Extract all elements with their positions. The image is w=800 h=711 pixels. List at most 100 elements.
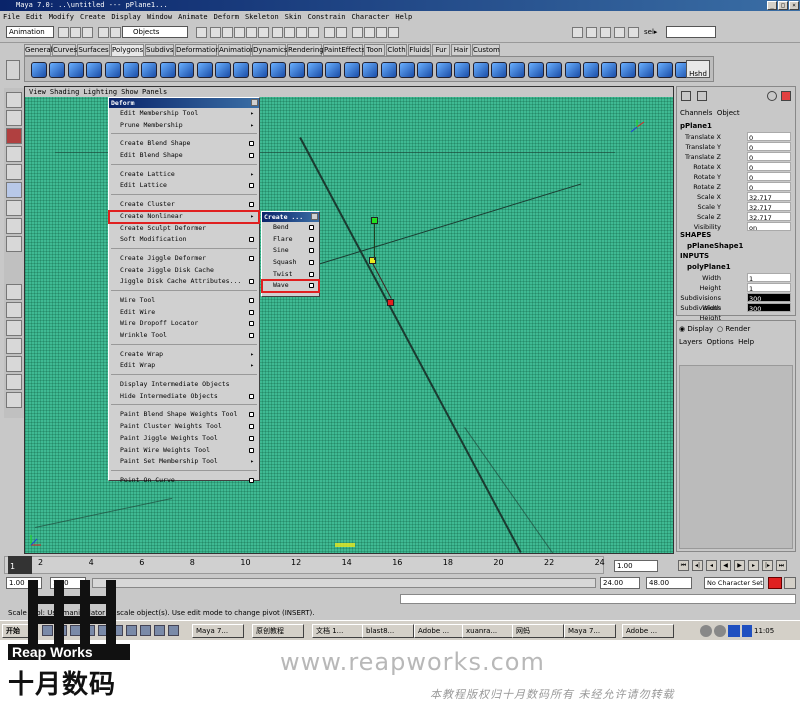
menu-window[interactable]: Window [147, 13, 172, 21]
shelf-tab-surfaces[interactable]: Surfaces [77, 44, 110, 56]
channel-value[interactable]: 0 [747, 162, 791, 172]
polygon-tool-icon[interactable] [288, 62, 305, 78]
mode-selector[interactable]: Animation [6, 26, 54, 38]
shelf-tab-polygons[interactable]: Polygons [111, 44, 144, 56]
channel-label[interactable]: Translate Y [685, 142, 721, 152]
step-back-icon[interactable]: ◂| [692, 560, 703, 571]
taskbar-window[interactable]: 文档 1... [312, 624, 364, 638]
option-box-icon[interactable] [249, 255, 254, 261]
polygon-tool-icon[interactable] [601, 62, 618, 78]
polygon-tool-icon[interactable] [454, 62, 471, 78]
polygon-tool-icon[interactable] [343, 62, 360, 78]
deform-menu-item[interactable]: Paint Jiggle Weights Tool [109, 433, 259, 445]
quick-select-input[interactable] [666, 26, 716, 38]
deform-menu-item[interactable]: Prune Membership ▸ [109, 120, 259, 132]
channel-value[interactable]: 0 [747, 152, 791, 162]
option-box-icon[interactable] [309, 236, 314, 242]
shelf-tab-animation[interactable]: Animation [218, 44, 255, 56]
nonlinear-item-wave[interactable]: Wave [261, 279, 320, 294]
deform-menu-item[interactable]: Create Blend Shape [109, 138, 259, 150]
input-value[interactable]: 1 [747, 283, 791, 293]
tab-channels[interactable]: Channels [680, 109, 712, 117]
nonlinear-item-sine[interactable]: Sine [262, 245, 319, 257]
taskbar-window[interactable]: Adobe ... [622, 624, 674, 638]
view-compass-icon[interactable] [629, 119, 645, 135]
polygon-tool-icon[interactable] [325, 62, 342, 78]
shelf-tab-hair[interactable]: Hair [451, 44, 471, 56]
polygon-tool-icon[interactable] [178, 62, 195, 78]
tray-icon[interactable] [728, 625, 740, 637]
deform-menu-item[interactable]: Wire Tool [109, 295, 259, 307]
layout-four-icon[interactable] [6, 302, 22, 318]
range-bar[interactable] [92, 578, 596, 588]
panel-menu-panels[interactable]: Panels [142, 88, 167, 96]
history-icon[interactable] [336, 27, 347, 38]
polygon-tool-icon[interactable] [270, 62, 287, 78]
panel-menu-show[interactable]: Show [121, 88, 138, 96]
polygon-tool-icon[interactable] [104, 62, 121, 78]
menu-display[interactable]: Display [111, 13, 141, 21]
polygon-tool-icon[interactable] [472, 62, 489, 78]
deform-menu-item[interactable]: Paint Set Membership Tool ▸ [109, 456, 259, 468]
channel-label[interactable]: Rotate Y [694, 172, 721, 182]
input-value[interactable]: 300 [747, 303, 791, 313]
anim-prefs-icon[interactable] [784, 577, 796, 589]
tab-object[interactable]: Object [717, 109, 740, 117]
scale-tool-icon[interactable] [6, 182, 22, 198]
menu-animate[interactable]: Animate [178, 13, 208, 21]
option-box-icon[interactable] [249, 333, 254, 338]
tear-off-close-icon[interactable] [251, 99, 258, 106]
deform-menu-item[interactable]: Create Sculpt Deformer [109, 223, 259, 235]
quick-launch-icon[interactable] [154, 625, 165, 636]
taskbar-window[interactable]: xuanra... [462, 624, 514, 638]
option-box-icon[interactable] [309, 260, 314, 266]
shelf-tab-curves[interactable]: Curves [52, 44, 77, 56]
snap-curve-icon[interactable] [284, 27, 295, 38]
option-box-icon[interactable] [249, 435, 254, 441]
layout-persp-outliner-icon[interactable] [6, 338, 22, 354]
option-box-icon[interactable] [309, 283, 314, 289]
polygon-tool-icon[interactable] [67, 62, 84, 78]
layout-single-icon[interactable] [6, 284, 22, 300]
taskbar-window[interactable]: Adobe ... [414, 624, 466, 638]
polygon-tool-icon[interactable] [527, 62, 544, 78]
help-menu[interactable]: Help [738, 338, 754, 346]
polygon-tool-icon[interactable] [31, 62, 47, 78]
object-name[interactable]: pPlane1 [680, 122, 712, 130]
save-scene-icon[interactable] [82, 27, 93, 38]
layers-menu[interactable]: Layers [679, 338, 702, 346]
polygon-tool-icon[interactable] [196, 62, 213, 78]
channel-value[interactable]: 32.717 [747, 212, 791, 222]
snap-grid-icon[interactable] [272, 27, 283, 38]
polygon-tool-icon[interactable] [49, 62, 66, 78]
nonlinear-item-bend[interactable]: Bend [262, 222, 319, 234]
menu-edit[interactable]: Edit [26, 13, 43, 21]
deform-menu-item[interactable]: Edit Wrap ▸ [109, 360, 259, 372]
option-box-icon[interactable] [249, 202, 254, 208]
objects-field[interactable]: Objects [122, 26, 188, 38]
select-hierarchy-icon[interactable] [98, 27, 109, 38]
menu-skeleton[interactable]: Skeleton [245, 13, 279, 21]
channel-label[interactable]: Scale X [697, 192, 721, 202]
open-scene-icon[interactable] [70, 27, 81, 38]
nonlinear-item-squash[interactable]: Squash [262, 257, 319, 269]
channel-value[interactable]: 0 [747, 172, 791, 182]
quick-launch-icon[interactable] [168, 625, 179, 636]
option-box-icon[interactable] [249, 141, 254, 147]
input-value[interactable]: 300 [747, 293, 791, 303]
new-scene-icon[interactable] [58, 27, 69, 38]
mask-icon[interactable] [196, 27, 207, 38]
options-menu[interactable]: Options [707, 338, 734, 346]
tool-settings-icon[interactable] [767, 91, 777, 101]
option-box-icon[interactable] [249, 477, 254, 483]
channel-label[interactable]: Scale Y [697, 202, 721, 212]
menu-deform[interactable]: Deform [214, 13, 239, 21]
deform-menu-item[interactable]: Paint Cluster Weights Tool [109, 421, 259, 433]
history-icon[interactable] [324, 27, 335, 38]
input-value[interactable]: 1 [747, 273, 791, 283]
deform-menu-item[interactable]: Edit Membership Tool ▸ [109, 108, 259, 120]
deform-menu-item[interactable]: Edit Blend Shape [109, 150, 259, 162]
auto-key-icon[interactable] [768, 577, 782, 589]
polygon-tool-icon[interactable] [86, 62, 103, 78]
polygon-tool-icon[interactable] [583, 62, 599, 78]
